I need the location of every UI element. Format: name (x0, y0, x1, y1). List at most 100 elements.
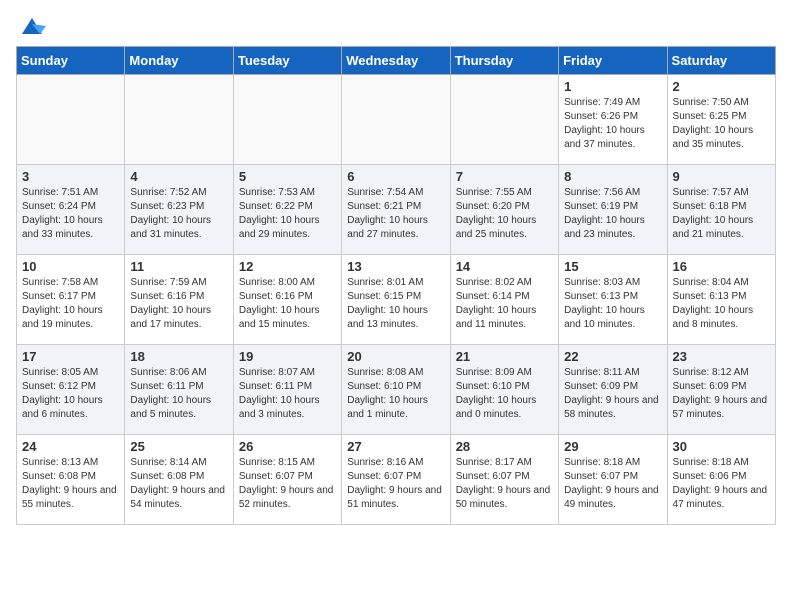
day-info: Sunrise: 7:51 AMSunset: 6:24 PMDaylight:… (22, 186, 119, 242)
logo-icon (18, 16, 46, 38)
empty-cell (125, 75, 233, 165)
week-row-2: 3 Sunrise: 7:51 AMSunset: 6:24 PMDaylight… (17, 165, 776, 255)
day-cell-19: 19 Sunrise: 8:07 AMSunset: 6:11 PMDayligh… (233, 345, 341, 435)
day-info: Sunrise: 8:02 AMSunset: 6:14 PMDaylight:… (456, 276, 553, 332)
day-cell-16: 16Sunrise: 8:04 AMSunset: 6:13 PMDayligh… (667, 255, 775, 345)
day-cell-18: 18 Sunrise: 8:06 AMSunset: 6:11 PMDayligh… (125, 345, 233, 435)
day-number: 4 (130, 169, 227, 184)
day-info: Sunrise: 7:56 AMSunset: 6:19 PMDaylight:… (564, 186, 661, 242)
day-info: Sunrise: 8:07 AMSunset: 6:11 PMDaylight:… (239, 366, 336, 422)
day-number: 18 (130, 349, 227, 364)
day-cell-22: 22Sunrise: 8:11 AMSunset: 6:09 PMDayligh… (559, 345, 667, 435)
day-cell-6: 6Sunrise: 7:54 AMSunset: 6:21 PMDaylight… (342, 165, 450, 255)
day-cell-10: 10 Sunrise: 7:58 AMSunset: 6:17 PMDayligh… (17, 255, 125, 345)
empty-cell (17, 75, 125, 165)
day-cell-15: 15 Sunrise: 8:03 AMSunset: 6:13 PMDayligh… (559, 255, 667, 345)
day-number: 17 (22, 349, 119, 364)
day-cell-8: 8 Sunrise: 7:56 AMSunset: 6:19 PMDaylight… (559, 165, 667, 255)
day-info: Sunrise: 7:58 AMSunset: 6:17 PMDaylight:… (22, 276, 119, 332)
day-info: Sunrise: 8:12 AMSunset: 6:09 PMDaylight:… (673, 366, 770, 422)
weekday-header-wednesday: Wednesday (342, 47, 450, 75)
day-cell-17: 17 Sunrise: 8:05 AMSunset: 6:12 PMDayligh… (17, 345, 125, 435)
day-info: Sunrise: 8:13 AMSunset: 6:08 PMDaylight:… (22, 456, 119, 512)
day-cell-4: 4 Sunrise: 7:52 AMSunset: 6:23 PMDaylight… (125, 165, 233, 255)
logo-area (16, 16, 46, 38)
day-info: Sunrise: 8:06 AMSunset: 6:11 PMDaylight:… (130, 366, 227, 422)
day-info: Sunrise: 8:05 AMSunset: 6:12 PMDaylight:… (22, 366, 119, 422)
day-number: 12 (239, 259, 336, 274)
day-cell-28: 28 Sunrise: 8:17 AMSunset: 6:07 PMDayligh… (450, 435, 558, 525)
day-cell-24: 24 Sunrise: 8:13 AMSunset: 6:08 PMDayligh… (17, 435, 125, 525)
day-info: Sunrise: 8:00 AMSunset: 6:16 PMDaylight:… (239, 276, 336, 332)
day-number: 30 (673, 439, 770, 454)
day-number: 10 (22, 259, 119, 274)
day-number: 25 (130, 439, 227, 454)
day-number: 23 (673, 349, 770, 364)
day-number: 19 (239, 349, 336, 364)
day-cell-9: 9Sunrise: 7:57 AMSunset: 6:18 PMDaylight… (667, 165, 775, 255)
day-cell-3: 3 Sunrise: 7:51 AMSunset: 6:24 PMDaylight… (17, 165, 125, 255)
weekday-header-monday: Monday (125, 47, 233, 75)
weekday-header-tuesday: Tuesday (233, 47, 341, 75)
day-number: 20 (347, 349, 444, 364)
day-cell-20: 20 Sunrise: 8:08 AMSunset: 6:10 PMDayligh… (342, 345, 450, 435)
day-info: Sunrise: 8:01 AMSunset: 6:15 PMDaylight:… (347, 276, 444, 332)
day-cell-27: 27Sunrise: 8:16 AMSunset: 6:07 PMDayligh… (342, 435, 450, 525)
week-row-4: 17 Sunrise: 8:05 AMSunset: 6:12 PMDayligh… (17, 345, 776, 435)
day-info: Sunrise: 8:17 AMSunset: 6:07 PMDaylight:… (456, 456, 553, 512)
day-cell-25: 25 Sunrise: 8:14 AMSunset: 6:08 PMDayligh… (125, 435, 233, 525)
empty-cell (342, 75, 450, 165)
day-number: 29 (564, 439, 661, 454)
week-row-3: 10 Sunrise: 7:58 AMSunset: 6:17 PMDayligh… (17, 255, 776, 345)
day-cell-5: 5 Sunrise: 7:53 AMSunset: 6:22 PMDaylight… (233, 165, 341, 255)
day-info: Sunrise: 7:49 AMSunset: 6:26 PMDaylight:… (564, 96, 661, 152)
logo (16, 16, 46, 38)
header (16, 16, 776, 38)
day-info: Sunrise: 8:18 AMSunset: 6:06 PMDaylight:… (673, 456, 770, 512)
day-cell-23: 23 Sunrise: 8:12 AMSunset: 6:09 PMDayligh… (667, 345, 775, 435)
day-info: Sunrise: 8:14 AMSunset: 6:08 PMDaylight:… (130, 456, 227, 512)
weekday-header-saturday: Saturday (667, 47, 775, 75)
weekday-header-friday: Friday (559, 47, 667, 75)
day-number: 28 (456, 439, 553, 454)
day-info: Sunrise: 8:11 AMSunset: 6:09 PMDaylight:… (564, 366, 661, 422)
day-info: Sunrise: 8:16 AMSunset: 6:07 PMDaylight:… (347, 456, 444, 512)
day-info: Sunrise: 7:50 AMSunset: 6:25 PMDaylight:… (673, 96, 770, 152)
day-number: 2 (673, 79, 770, 94)
day-info: Sunrise: 8:18 AMSunset: 6:07 PMDaylight:… (564, 456, 661, 512)
day-cell-2: 2 Sunrise: 7:50 AMSunset: 6:25 PMDaylight… (667, 75, 775, 165)
day-number: 8 (564, 169, 661, 184)
day-number: 15 (564, 259, 661, 274)
day-number: 5 (239, 169, 336, 184)
day-info: Sunrise: 7:53 AMSunset: 6:22 PMDaylight:… (239, 186, 336, 242)
weekday-header-thursday: Thursday (450, 47, 558, 75)
day-cell-12: 12 Sunrise: 8:00 AMSunset: 6:16 PMDayligh… (233, 255, 341, 345)
day-cell-1: 1 Sunrise: 7:49 AMSunset: 6:26 PMDaylight… (559, 75, 667, 165)
day-cell-26: 26Sunrise: 8:15 AMSunset: 6:07 PMDayligh… (233, 435, 341, 525)
day-cell-29: 29 Sunrise: 8:18 AMSunset: 6:07 PMDayligh… (559, 435, 667, 525)
day-info: Sunrise: 8:09 AMSunset: 6:10 PMDaylight:… (456, 366, 553, 422)
empty-cell (450, 75, 558, 165)
day-cell-11: 11Sunrise: 7:59 AMSunset: 6:16 PMDayligh… (125, 255, 233, 345)
day-cell-30: 30 Sunrise: 8:18 AMSunset: 6:06 PMDayligh… (667, 435, 775, 525)
day-number: 24 (22, 439, 119, 454)
day-info: Sunrise: 8:03 AMSunset: 6:13 PMDaylight:… (564, 276, 661, 332)
day-number: 11 (130, 259, 227, 274)
day-info: Sunrise: 7:52 AMSunset: 6:23 PMDaylight:… (130, 186, 227, 242)
day-info: Sunrise: 7:54 AMSunset: 6:21 PMDaylight:… (347, 186, 444, 242)
day-number: 9 (673, 169, 770, 184)
day-cell-14: 14Sunrise: 8:02 AMSunset: 6:14 PMDayligh… (450, 255, 558, 345)
day-number: 3 (22, 169, 119, 184)
empty-cell (233, 75, 341, 165)
day-cell-13: 13Sunrise: 8:01 AMSunset: 6:15 PMDayligh… (342, 255, 450, 345)
day-number: 16 (673, 259, 770, 274)
weekday-header-row: SundayMondayTuesdayWednesdayThursdayFrid… (17, 47, 776, 75)
calendar-table: SundayMondayTuesdayWednesdayThursdayFrid… (16, 46, 776, 525)
day-cell-7: 7Sunrise: 7:55 AMSunset: 6:20 PMDaylight… (450, 165, 558, 255)
day-cell-21: 21Sunrise: 8:09 AMSunset: 6:10 PMDayligh… (450, 345, 558, 435)
day-number: 1 (564, 79, 661, 94)
day-info: Sunrise: 8:08 AMSunset: 6:10 PMDaylight:… (347, 366, 444, 422)
day-number: 7 (456, 169, 553, 184)
day-info: Sunrise: 8:15 AMSunset: 6:07 PMDaylight:… (239, 456, 336, 512)
week-row-1: 1 Sunrise: 7:49 AMSunset: 6:26 PMDaylight… (17, 75, 776, 165)
